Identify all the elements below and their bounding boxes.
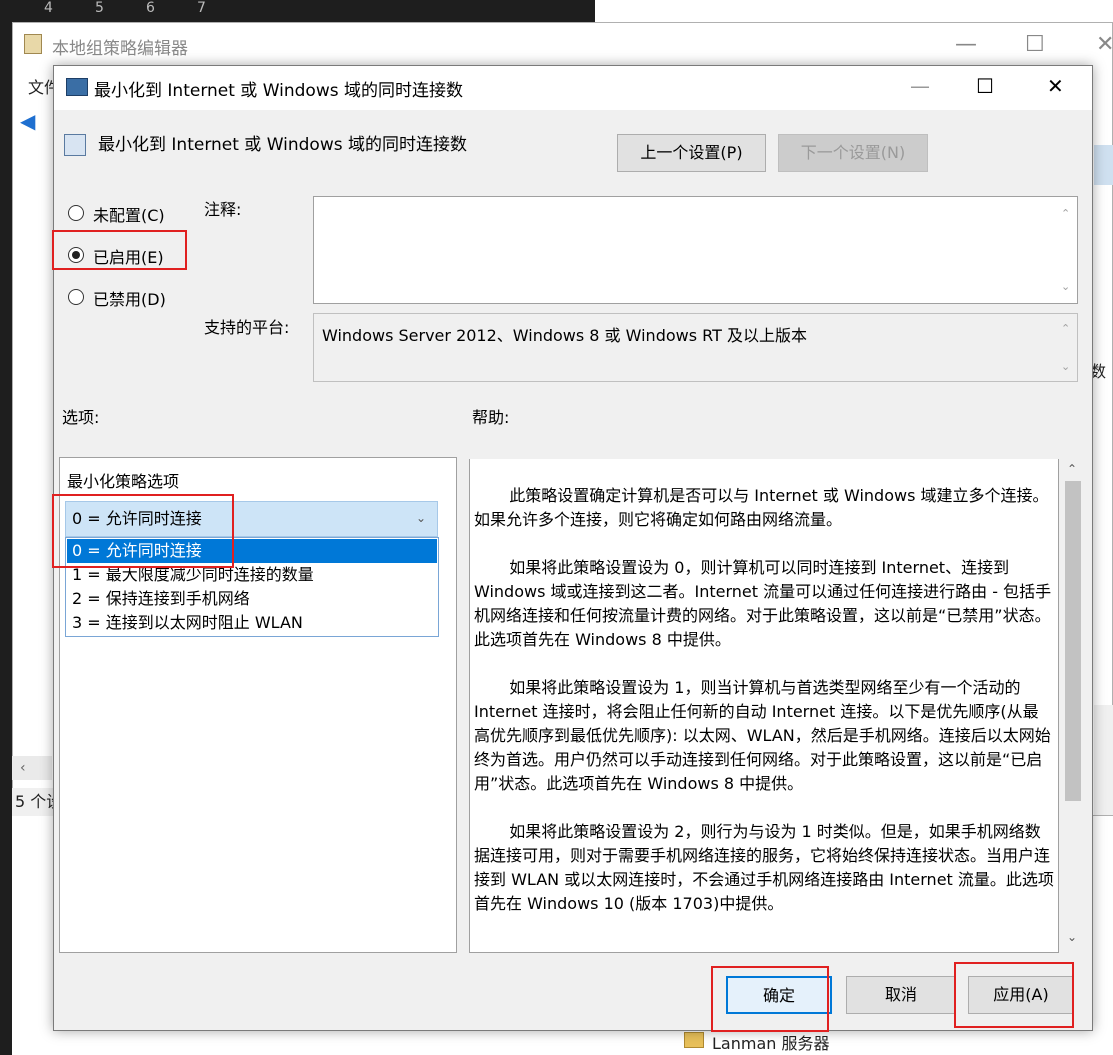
previous-setting-button[interactable]: 上一个设置(P) xyxy=(617,134,766,172)
background-editor-strip xyxy=(0,0,12,1055)
help-paragraph: 如果将此策略设置设为 1，则当计算机与首选类型网络至少有一个活动的 Intern… xyxy=(474,678,1051,793)
highlight-ok-button xyxy=(711,966,829,1032)
chevron-down-icon[interactable]: ⌄ xyxy=(416,511,426,525)
platform-label: 支持的平台: xyxy=(204,318,290,337)
tree-item-lanman[interactable]: Lanman 服务器 xyxy=(712,1030,829,1054)
platform-scrollbar[interactable]: ⌃ ⌄ xyxy=(1057,314,1077,381)
help-scrollbar-thumb[interactable] xyxy=(1065,481,1081,801)
dialog-minimize-icon: — xyxy=(910,74,930,98)
next-setting-button[interactable]: 下一个设置(N) xyxy=(778,134,928,172)
line-number: 6 xyxy=(146,0,155,16)
comment-label: 注释: xyxy=(204,200,242,219)
radio-disabled-label[interactable]: 已禁用(D) xyxy=(93,286,166,310)
dropdown-option[interactable]: 2 = 保持连接到手机网络 xyxy=(67,587,437,611)
options-caption: 最小化策略选项 xyxy=(67,472,180,491)
dialog-close-icon[interactable]: ✕ xyxy=(1047,74,1064,98)
help-text: 此策略设置确定计算机是否可以与 Internet 或 Windows 域建立多个… xyxy=(474,484,1054,940)
dropdown-option[interactable]: 3 = 连接到以太网时阻止 WLAN xyxy=(67,611,437,635)
scroll-down-icon[interactable]: ⌄ xyxy=(1067,930,1077,944)
help-paragraph: 此策略设置确定计算机是否可以与 Internet 或 Windows 域建立多个… xyxy=(474,486,1049,529)
dialog-title: 最小化到 Internet 或 Windows 域的同时连接数 xyxy=(94,81,464,101)
line-number: 7 xyxy=(197,0,206,16)
minimize-icon[interactable]: — xyxy=(955,32,977,57)
scroll-down-icon[interactable]: ⌄ xyxy=(1061,280,1070,293)
help-top-mask xyxy=(469,453,1059,459)
line-number: 4 xyxy=(44,0,53,16)
help-paragraph: 如果将此策略设置设为 2，则行为与设为 1 时类似。但是，如果手机网络数据连接可… xyxy=(474,822,1054,913)
folder-icon xyxy=(684,1032,704,1048)
scroll-down-icon[interactable]: ⌄ xyxy=(1061,360,1070,373)
back-arrow-icon[interactable]: ◀ xyxy=(20,111,42,131)
radio-not-configured-label[interactable]: 未配置(C) xyxy=(93,202,165,226)
setting-title: 最小化到 Internet 或 Windows 域的同时连接数 xyxy=(98,135,468,155)
radio-not-configured[interactable] xyxy=(68,205,84,221)
scroll-up-icon[interactable]: ⌃ xyxy=(1067,462,1077,476)
background-code-line-numbers: 4 5 6 7 xyxy=(0,0,595,22)
scroll-up-icon[interactable]: ⌃ xyxy=(1061,207,1070,220)
help-label: 帮助: xyxy=(472,408,510,427)
help-bottom-border xyxy=(469,952,1059,953)
dialog-maximize-icon[interactable]: ☐ xyxy=(976,74,994,98)
cancel-button[interactable]: 取消 xyxy=(846,976,956,1014)
highlight-combobox xyxy=(52,494,234,568)
help-paragraph: 如果将此策略设置设为 0，则计算机可以同时连接到 Internet、连接到 Wi… xyxy=(474,558,1052,649)
list-selection-strip xyxy=(1094,145,1113,185)
comment-textarea[interactable]: ⌃ ⌄ xyxy=(313,196,1078,304)
platform-field: Windows Server 2012、Windows 8 或 Windows … xyxy=(313,313,1078,382)
radio-disabled[interactable] xyxy=(68,289,84,305)
list-background-strip xyxy=(1094,705,1113,815)
comment-scrollbar[interactable]: ⌃ ⌄ xyxy=(1057,197,1077,303)
options-label: 选项: xyxy=(62,408,100,427)
highlight-enabled-radio xyxy=(52,230,187,270)
scroll-left-icon[interactable]: ‹ xyxy=(12,756,52,780)
policy-editor-icon xyxy=(24,34,42,54)
scroll-up-icon[interactable]: ⌃ xyxy=(1061,322,1070,335)
window-title: 本地组策略编辑器 xyxy=(52,39,188,59)
close-icon[interactable]: ✕ xyxy=(1096,32,1113,57)
setting-icon xyxy=(64,134,86,156)
highlight-apply-button xyxy=(954,962,1074,1028)
network-policy-icon xyxy=(66,78,88,96)
platform-value: Windows Server 2012、Windows 8 或 Windows … xyxy=(322,326,807,345)
line-number: 5 xyxy=(95,0,104,16)
maximize-icon[interactable]: ☐ xyxy=(1025,32,1045,57)
